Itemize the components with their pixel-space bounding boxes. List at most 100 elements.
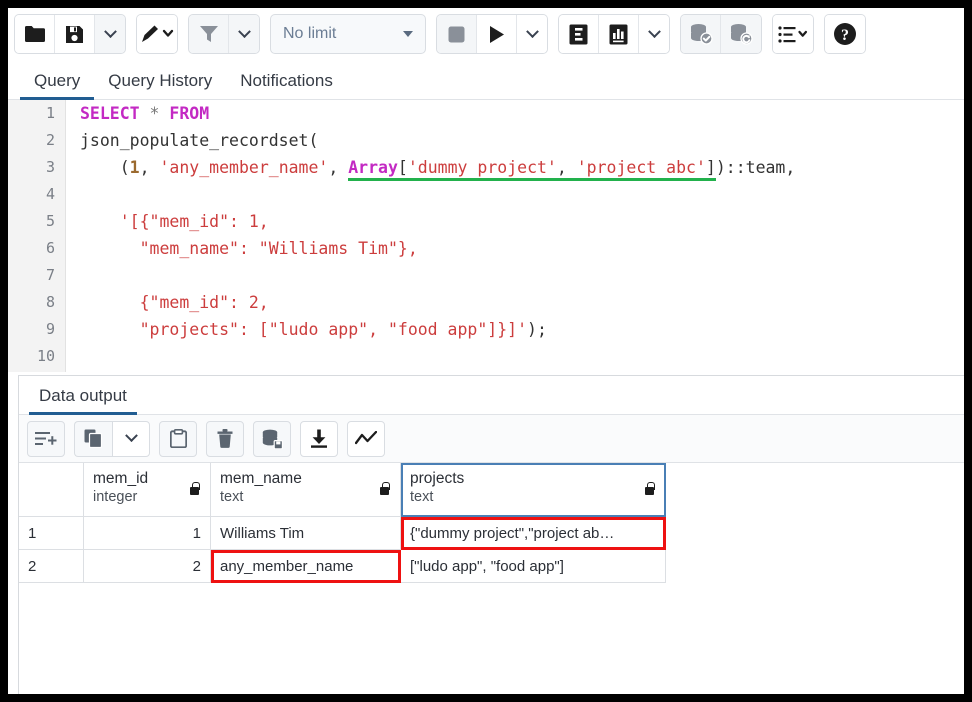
grid-header-mem_name[interactable]: mem_name text (211, 463, 401, 517)
filter-button[interactable] (189, 15, 229, 53)
cell-projects[interactable]: ["ludo app", "food app"] (401, 550, 666, 583)
copy-button[interactable] (74, 421, 112, 457)
sql-editor[interactable]: 1 2 3 4 5 6 7 8 9 10 SELECT * FROM json_… (8, 100, 964, 372)
line-number: 6 (8, 235, 65, 262)
grid-header-mem_id[interactable]: mem_id integer (84, 463, 211, 517)
macros-button-group (772, 14, 814, 54)
code-line-7 (80, 262, 964, 289)
cell-mem_id[interactable]: 1 (84, 517, 211, 550)
explain-button-group (558, 14, 670, 54)
edit-button[interactable] (137, 15, 177, 53)
copy-button-group (74, 421, 150, 457)
cell-mem_name[interactable]: any_member_name (211, 550, 401, 583)
lock-icon (378, 482, 391, 497)
tab-query-history[interactable]: Query History (94, 71, 226, 99)
code-line-10 (80, 343, 964, 370)
save-options-dropdown[interactable] (95, 15, 125, 53)
line-number: 7 (8, 262, 65, 289)
save-data-changes-button[interactable] (253, 421, 291, 457)
lock-icon (188, 482, 201, 497)
column-type: text (410, 488, 464, 507)
download-csv-button[interactable] (300, 421, 338, 457)
grid-header-row: mem_id integer mem_name text projects (19, 463, 964, 517)
grid-header-rownum (19, 463, 84, 517)
code-line-1: SELECT * FROM (80, 100, 964, 127)
row-number: 1 (19, 517, 84, 550)
grid-header-projects[interactable]: projects text (401, 463, 666, 517)
code-line-3: (1, 'any_member_name', Array['dummy proj… (80, 154, 964, 181)
caret-down-icon (403, 31, 413, 37)
app-window: No limit (8, 8, 964, 694)
column-name: projects (410, 469, 464, 488)
line-number: 3 (8, 154, 65, 181)
save-file-button[interactable] (55, 15, 95, 53)
svg-text:?: ? (841, 27, 849, 44)
file-button-group (14, 14, 126, 54)
tab-notifications[interactable]: Notifications (226, 71, 347, 99)
column-name: mem_id (93, 469, 148, 488)
help-button-group: ? (824, 14, 866, 54)
table-row[interactable]: 2 2 any_member_name ["ludo app", "food a… (19, 550, 964, 583)
column-type: text (220, 488, 302, 507)
code-line-2: json_populate_recordset( (80, 127, 964, 154)
edit-button-group (136, 14, 178, 54)
explain-analyze-button[interactable] (599, 15, 639, 53)
data-output-panel: Data output (18, 375, 964, 694)
graph-visualiser-button[interactable] (347, 421, 385, 457)
cell-mem_id[interactable]: 2 (84, 550, 211, 583)
line-number: 2 (8, 127, 65, 154)
tab-query[interactable]: Query (20, 71, 94, 99)
cell-projects[interactable]: {"dummy project","project ab… (401, 517, 666, 550)
main-toolbar: No limit (8, 8, 964, 60)
copy-options-dropdown[interactable] (112, 421, 150, 457)
delete-row-button[interactable] (206, 421, 244, 457)
code-line-4 (80, 181, 964, 208)
line-number: 9 (8, 316, 65, 343)
table-row[interactable]: 1 1 Williams Tim {"dummy project","proje… (19, 517, 964, 550)
row-limit-select[interactable]: No limit (270, 14, 426, 54)
add-row-button[interactable] (27, 421, 65, 457)
filter-options-dropdown[interactable] (229, 15, 259, 53)
query-tool-tabs: Query Query History Notifications (8, 60, 964, 100)
execute-query-button[interactable] (477, 15, 517, 53)
execute-button-group (436, 14, 548, 54)
paste-button[interactable] (159, 421, 197, 457)
explain-button[interactable] (559, 15, 599, 53)
line-number: 10 (8, 343, 65, 370)
chevron-down-icon (526, 25, 539, 38)
data-output-tabbar: Data output (19, 376, 964, 415)
macros-button[interactable] (773, 15, 813, 53)
commit-button[interactable] (681, 15, 721, 53)
line-number-gutter: 1 2 3 4 5 6 7 8 9 10 (8, 100, 66, 372)
row-limit-value: No limit (283, 25, 336, 43)
line-number: 8 (8, 289, 65, 316)
result-grid[interactable]: mem_id integer mem_name text projects (19, 463, 964, 583)
explain-options-dropdown[interactable] (639, 15, 669, 53)
filter-button-group (188, 14, 260, 54)
chevron-down-icon (238, 25, 251, 38)
tab-data-output[interactable]: Data output (29, 386, 137, 414)
line-number: 1 (8, 100, 65, 127)
sql-code-area[interactable]: SELECT * FROM json_populate_recordset( (… (66, 100, 964, 372)
column-type: integer (93, 488, 148, 507)
code-line-9: "projects": ["ludo app", "food app"]}]')… (80, 316, 964, 343)
cell-mem_name[interactable]: Williams Tim (211, 517, 401, 550)
code-line-8: {"mem_id": 2, (80, 289, 964, 316)
execute-options-dropdown[interactable] (517, 15, 547, 53)
lock-icon (643, 482, 656, 497)
chevron-down-icon (125, 429, 138, 442)
row-number: 2 (19, 550, 84, 583)
code-line-6: "mem_name": "Williams Tim"}, (80, 235, 964, 262)
line-number: 5 (8, 208, 65, 235)
help-button[interactable]: ? (825, 15, 865, 53)
line-number: 4 (8, 181, 65, 208)
stop-query-button[interactable] (437, 15, 477, 53)
chevron-down-icon (648, 25, 661, 38)
rollback-button[interactable] (721, 15, 761, 53)
code-line-5: '[{"mem_id": 1, (80, 208, 964, 235)
data-output-toolbar (19, 415, 964, 463)
open-file-button[interactable] (15, 15, 55, 53)
chevron-down-icon (104, 25, 117, 38)
column-name: mem_name (220, 469, 302, 488)
transaction-button-group (680, 14, 762, 54)
